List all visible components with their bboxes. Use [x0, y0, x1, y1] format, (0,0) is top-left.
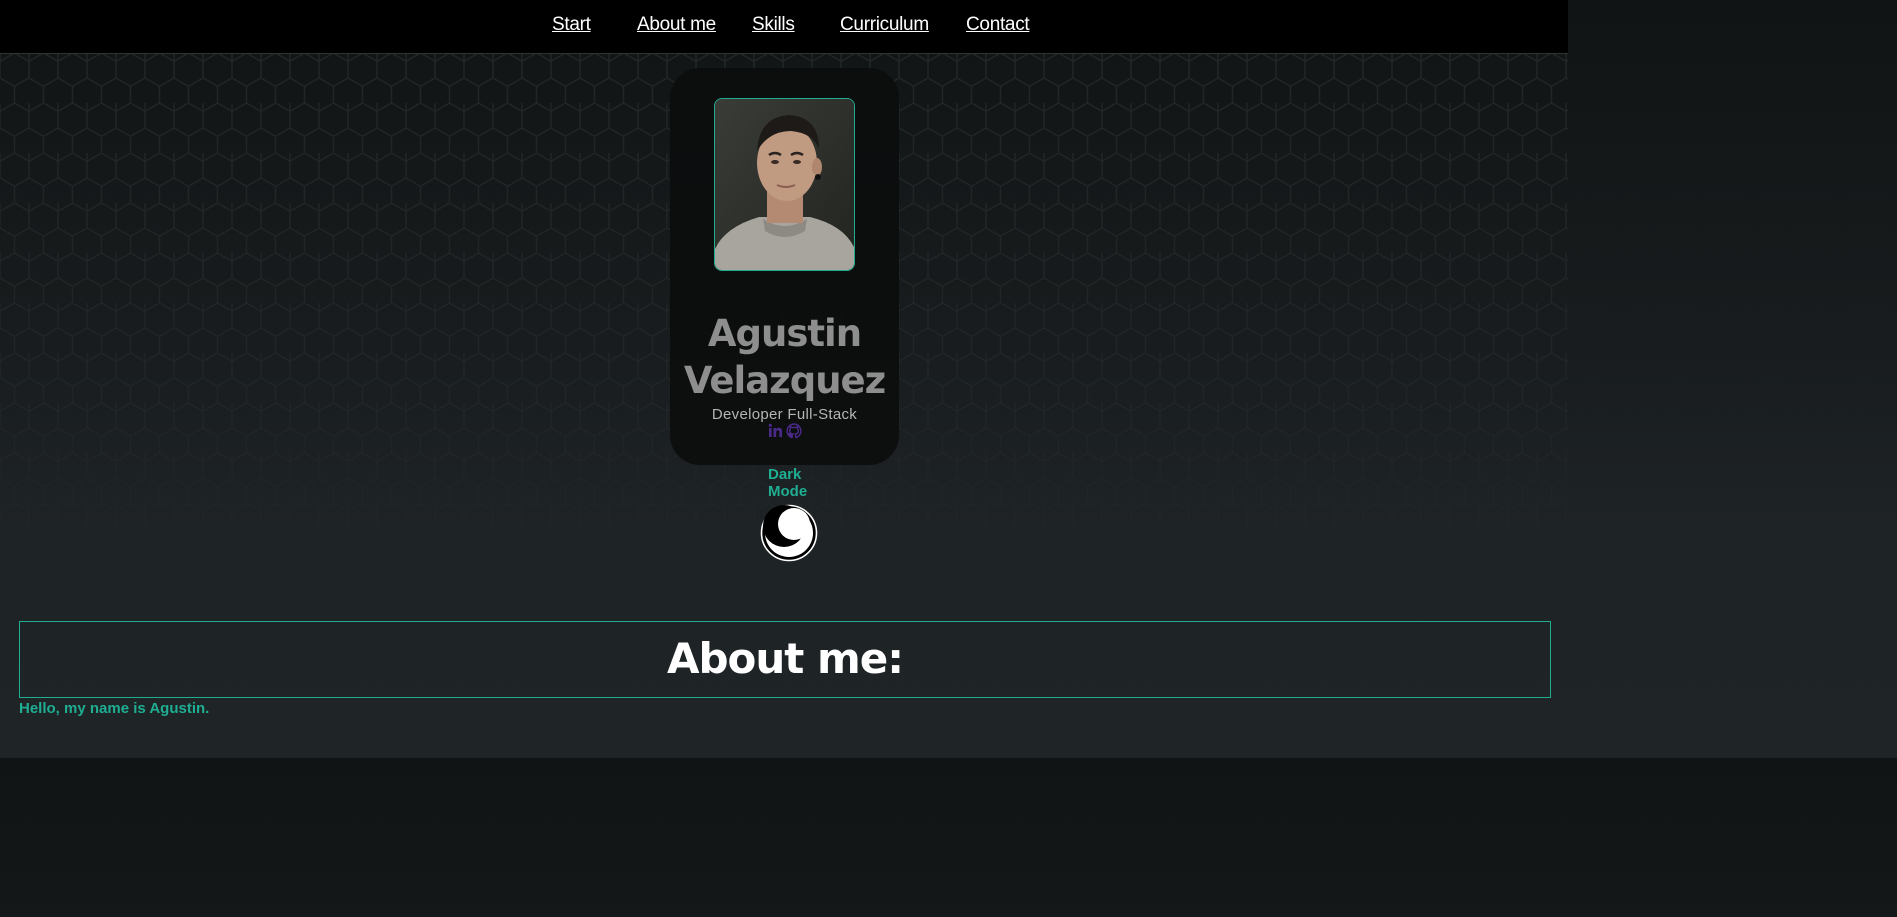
- profile-name: Agustin Velazquez: [670, 310, 899, 404]
- profile-card: Agustin Velazquez Developer Full-Stack: [670, 68, 899, 465]
- about-me-intro-text: Hello, my name is Agustin.: [19, 700, 210, 717]
- dark-mode-label-line1: Dark: [768, 466, 802, 483]
- linkedin-icon[interactable]: [768, 423, 783, 443]
- about-me-title: About me:: [666, 634, 904, 683]
- dark-mode-toggle-button[interactable]: [760, 504, 818, 562]
- dark-mode-label: Dark Mode: [768, 466, 828, 500]
- about-me-section-header: About me:: [19, 621, 1551, 698]
- nav-link-about-me[interactable]: About me: [637, 14, 716, 36]
- nav-link-contact[interactable]: Contact: [966, 14, 1030, 36]
- nav-link-start[interactable]: Start: [552, 14, 591, 36]
- nav-link-skills[interactable]: Skills: [752, 14, 795, 36]
- moon-icon: [760, 504, 818, 562]
- social-links: [766, 423, 806, 441]
- profile-name-last: Velazquez: [683, 359, 886, 402]
- github-icon[interactable]: [786, 423, 802, 444]
- profile-name-first: Agustin: [707, 312, 862, 355]
- nav-link-curriculum[interactable]: Curriculum: [840, 14, 929, 36]
- profile-role: Developer Full-Stack: [711, 406, 858, 423]
- dark-mode-label-line2: Mode: [768, 483, 808, 500]
- profile-photo: [714, 98, 855, 271]
- top-navigation-bar: Start About me Skills Curriculum Contact: [0, 0, 1568, 54]
